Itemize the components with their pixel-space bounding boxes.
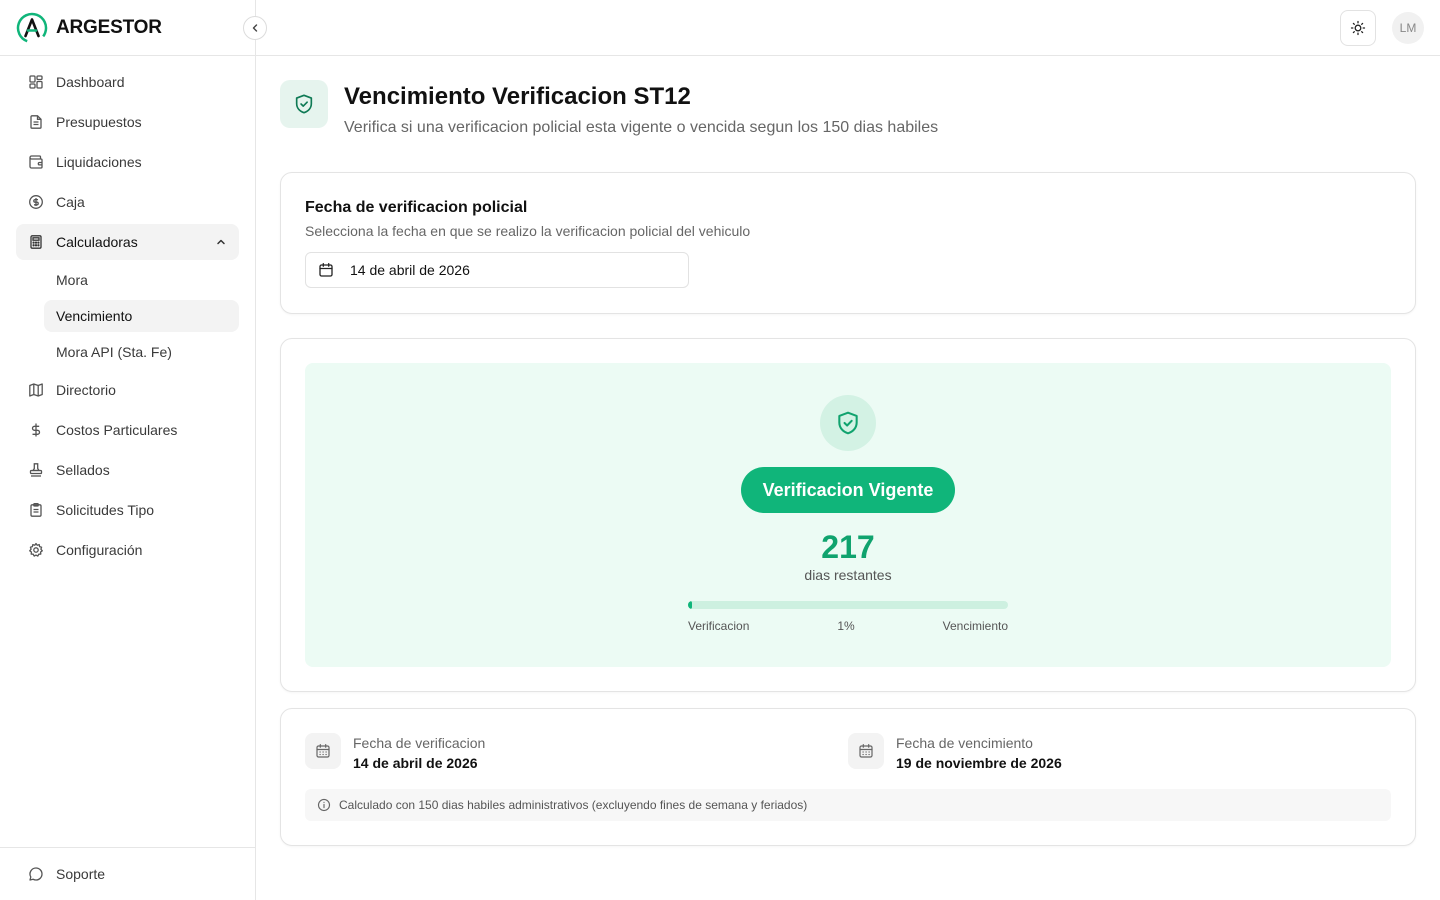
shield-check-icon — [820, 395, 876, 451]
sidebar-item-label: Presupuestos — [56, 114, 142, 130]
page-header: Vencimiento Verificacion ST12 Verifica s… — [280, 80, 1416, 137]
argestor-logo-icon[interactable] — [16, 12, 48, 44]
calculator-icon — [28, 234, 44, 250]
sidebar-item-presupuestos[interactable]: Presupuestos — [16, 104, 239, 140]
collapse-sidebar-button[interactable] — [243, 16, 267, 40]
sidebar-item-directorio[interactable]: Directorio — [16, 372, 239, 408]
sidebar-item-label: Sellados — [56, 462, 110, 478]
info-icon — [317, 798, 331, 812]
date-card-description: Selecciona la fecha en que se realizo la… — [305, 223, 751, 239]
sidebar-item-costos-particulares[interactable]: Costos Particulares — [16, 412, 239, 448]
chat-icon — [28, 866, 44, 882]
sidebar-nav: Dashboard Presupuestos Liquidaciones Caj… — [0, 56, 255, 568]
sidebar-footer: Soporte — [0, 847, 255, 900]
sidebar-item-dashboard[interactable]: Dashboard — [16, 64, 239, 100]
submenu-item-mora-api[interactable]: Mora API (Sta. Fe) — [44, 336, 239, 368]
brand-name: ARGESTOR — [56, 16, 162, 38]
chevron-up-icon — [215, 236, 227, 248]
map-icon — [28, 382, 44, 398]
progress-percent-label: 1% — [837, 619, 855, 633]
sidebar-item-configuracion[interactable]: Configuración — [16, 532, 239, 568]
expiry-date-value: 19 de noviembre de 2026 — [896, 755, 1062, 771]
verification-date-value: 14 de abril de 2026 — [353, 755, 478, 771]
validity-progress-bar — [688, 601, 1008, 609]
sidebar-item-label: Configuración — [56, 542, 143, 558]
status-badge: Verificacion Vigente — [741, 467, 955, 513]
theme-toggle-button[interactable] — [1340, 10, 1376, 46]
result-panel: Verificacion Vigente 217 dias restantes … — [305, 363, 1391, 667]
verification-date-text: Fecha de verificacion 14 de abril de 202… — [353, 735, 485, 771]
sidebar-item-label: Solicitudes Tipo — [56, 502, 155, 518]
sidebar-item-label: Calculadoras — [56, 234, 138, 250]
progress-start-label: Verificacion — [688, 619, 750, 633]
gear-icon — [28, 542, 44, 558]
sidebar-item-label: Liquidaciones — [56, 154, 142, 170]
sidebar-item-sellados[interactable]: Sellados — [16, 452, 239, 488]
progress-end-label: Vencimiento — [942, 619, 1008, 633]
page-subtitle: Verifica si una verificacion policial es… — [344, 119, 939, 136]
sidebar-item-solicitudes-tipo[interactable]: Solicitudes Tipo — [16, 492, 239, 528]
dashboard-icon — [28, 74, 44, 90]
date-card: Fecha de verificacion policial Seleccion… — [280, 172, 1416, 314]
brand: ARGESTOR — [0, 0, 267, 56]
page-header-text: Vencimiento Verificacion ST12 Verifica s… — [344, 80, 938, 137]
calculadoras-submenu: Mora Vencimiento Mora API (Sta. Fe) — [16, 264, 239, 368]
wallet-icon — [28, 154, 44, 170]
stamp-icon — [28, 462, 44, 478]
sidebar-item-soporte[interactable]: Soporte — [16, 856, 239, 892]
chevron-left-icon — [252, 24, 258, 32]
result-card: Verificacion Vigente 217 dias restantes … — [280, 338, 1416, 692]
calculation-note: Calculado con 150 dias habiles administr… — [305, 789, 1391, 821]
clipboard-icon — [28, 502, 44, 518]
date-picker-input[interactable]: 14 de abril de 2026 — [305, 252, 689, 288]
verification-date-block: Fecha de verificacion 14 de abril de 202… — [305, 733, 848, 771]
days-remaining-value: 217 — [821, 529, 875, 565]
dates-summary-row: Fecha de verificacion 14 de abril de 202… — [305, 733, 1391, 771]
shield-check-icon — [280, 80, 328, 128]
sidebar-item-label: Caja — [56, 194, 85, 210]
topbar: LM — [256, 0, 1440, 56]
days-remaining-label: dias restantes — [804, 567, 892, 583]
submenu-item-mora[interactable]: Mora — [44, 264, 239, 296]
calendar-icon — [319, 262, 333, 277]
expiry-date-block: Fecha de vencimiento 19 de noviembre de … — [848, 733, 1391, 771]
file-text-icon — [28, 114, 44, 130]
calendar-icon — [848, 733, 884, 769]
sidebar-item-calculadoras[interactable]: Calculadoras — [16, 224, 239, 260]
dollar-circle-icon — [28, 194, 44, 210]
expiry-date-text: Fecha de vencimiento 19 de noviembre de … — [896, 735, 1062, 771]
sidebar-item-label: Costos Particulares — [56, 422, 178, 438]
sidebar-item-label: Dashboard — [56, 74, 125, 90]
sidebar-item-liquidaciones[interactable]: Liquidaciones — [16, 144, 239, 180]
dates-summary-card: Fecha de verificacion 14 de abril de 202… — [280, 708, 1416, 846]
progress-fill — [688, 601, 693, 609]
calculation-note-text: Calculado con 150 dias habiles administr… — [339, 798, 808, 812]
page-title: Vencimiento Verificacion ST12 — [344, 83, 691, 110]
main-content: Vencimiento Verificacion ST12 Verifica s… — [280, 80, 1416, 846]
progress-labels: Verificacion 1% Vencimiento — [688, 619, 1008, 633]
sidebar-item-label: Soporte — [56, 866, 106, 882]
sidebar-item-label: Directorio — [56, 382, 116, 398]
avatar[interactable]: LM — [1392, 12, 1424, 44]
expiry-date-label: Fecha de vencimiento — [896, 735, 1033, 751]
date-picker-value: 14 de abril de 2026 — [350, 262, 470, 278]
calendar-icon — [305, 733, 341, 769]
dollar-icon — [28, 422, 44, 438]
sun-icon — [1350, 20, 1366, 36]
sidebar: ARGESTOR Dashboard Presupuestos Liquidac… — [0, 0, 267, 900]
submenu-item-vencimiento[interactable]: Vencimiento — [44, 300, 239, 332]
verification-date-label: Fecha de verificacion — [353, 735, 486, 751]
sidebar-item-caja[interactable]: Caja — [16, 184, 239, 220]
date-card-title: Fecha de verificacion policial — [305, 199, 528, 216]
